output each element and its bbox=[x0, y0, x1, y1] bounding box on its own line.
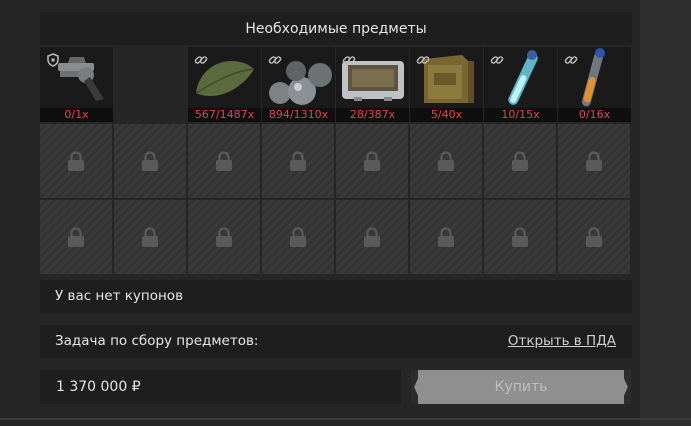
lock-icon bbox=[438, 151, 454, 171]
item-count: 5/40x bbox=[410, 108, 483, 122]
locked-slot bbox=[262, 124, 334, 198]
task-bar: Задача по сбору предметов: Открыть в ПДА bbox=[40, 325, 632, 358]
item-count: 10/15x bbox=[484, 108, 557, 122]
link-icon bbox=[342, 56, 356, 64]
item-slot-revolver[interactable]: 0/1x bbox=[40, 47, 113, 122]
link-icon bbox=[416, 56, 430, 64]
locked-slot bbox=[40, 200, 112, 274]
locked-slot bbox=[484, 124, 556, 198]
locked-slot bbox=[558, 124, 630, 198]
price-value: 1 370 000 ₽ bbox=[56, 379, 141, 395]
locked-slot bbox=[114, 124, 186, 198]
lock-icon bbox=[438, 227, 454, 247]
locked-slot bbox=[336, 124, 408, 198]
required-items-row: 0/1x 567/1487x 894/1310x 28/387x 5/40x 1… bbox=[40, 47, 632, 122]
panel-header: Необходимые предметы bbox=[40, 12, 632, 45]
locked-slot bbox=[558, 200, 630, 274]
lock-icon bbox=[364, 227, 380, 247]
buy-button[interactable]: Купить bbox=[411, 370, 631, 404]
lock-icon bbox=[512, 151, 528, 171]
lock-icon bbox=[142, 151, 158, 171]
button-cap-left bbox=[411, 370, 418, 404]
locked-slot bbox=[336, 200, 408, 274]
locked-slot bbox=[114, 200, 186, 274]
item-slot-orange-vial[interactable]: 0/16x bbox=[558, 47, 631, 122]
price-box: 1 370 000 ₽ bbox=[40, 370, 401, 404]
lock-icon bbox=[68, 151, 84, 171]
task-label: Задача по сбору предметов: bbox=[55, 333, 259, 349]
link-icon bbox=[490, 56, 504, 64]
lock-icon bbox=[290, 151, 306, 171]
item-slot-leaf[interactable]: 567/1487x bbox=[188, 47, 261, 122]
coupons-text: У вас нет купонов bbox=[55, 288, 184, 304]
locked-slot bbox=[188, 124, 260, 198]
link-icon bbox=[194, 56, 208, 64]
item-slot-metal-balls[interactable]: 894/1310x bbox=[262, 47, 335, 122]
panel-title: Необходимые предметы bbox=[245, 20, 427, 37]
lock-icon bbox=[216, 151, 232, 171]
locked-slot bbox=[40, 124, 112, 198]
link-icon bbox=[268, 56, 282, 64]
item-count: 0/16x bbox=[558, 108, 631, 122]
item-count: 0/1x bbox=[40, 108, 113, 122]
open-in-pda-link[interactable]: Открыть в ПДА bbox=[508, 325, 616, 358]
lock-icon bbox=[290, 227, 306, 247]
item-count: 894/1310x bbox=[262, 108, 335, 122]
locked-slot bbox=[410, 200, 482, 274]
shield-icon bbox=[47, 53, 59, 67]
button-cap-right bbox=[624, 370, 631, 404]
lock-icon bbox=[586, 227, 602, 247]
lock-icon bbox=[364, 151, 380, 171]
item-slot-glow-tube[interactable]: 10/15x bbox=[484, 47, 557, 122]
buy-button-label: Купить bbox=[494, 379, 548, 395]
coupons-bar: У вас нет купонов bbox=[40, 280, 632, 313]
item-count: 28/387x bbox=[336, 108, 409, 122]
lock-icon bbox=[68, 227, 84, 247]
background-strip bbox=[640, 0, 691, 426]
locked-slots-grid bbox=[40, 124, 632, 275]
item-count: 567/1487x bbox=[188, 108, 261, 122]
locked-slot bbox=[188, 200, 260, 274]
item-slot-case[interactable]: 28/387x bbox=[336, 47, 409, 122]
item-slot-ammo-box[interactable]: 5/40x bbox=[410, 47, 483, 122]
locked-slot bbox=[410, 124, 482, 198]
lock-icon bbox=[586, 151, 602, 171]
lock-icon bbox=[142, 227, 158, 247]
link-icon bbox=[564, 56, 578, 64]
divider bbox=[0, 418, 691, 420]
locked-slot bbox=[484, 200, 556, 274]
lock-icon bbox=[216, 227, 232, 247]
locked-slot bbox=[262, 200, 334, 274]
lock-icon bbox=[512, 227, 528, 247]
